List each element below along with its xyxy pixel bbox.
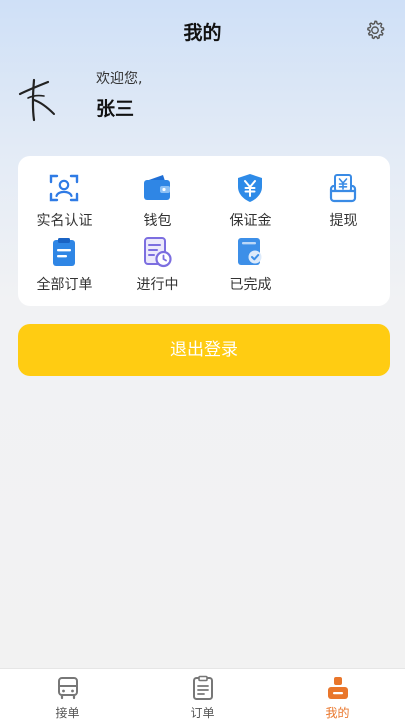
menu-item-label: 钱包 [143, 213, 172, 229]
clipboard-list-icon [193, 675, 213, 700]
tab-orders[interactable]: 订单 [135, 669, 270, 720]
menu-item-label: 已完成 [229, 277, 272, 293]
tab-label: 订单 [190, 706, 215, 720]
menu-item-completed[interactable]: 已完成 [204, 236, 297, 298]
logout-button[interactable]: 退出登录 [18, 324, 390, 376]
menu-card: 实名认证 钱包 保证金 提现 全部订单 进行中 已完成 [18, 156, 390, 306]
shield-yuan-icon [238, 174, 262, 202]
tab-take-order[interactable]: 接单 [0, 669, 135, 720]
tab-label: 接单 [55, 706, 80, 720]
user-name: 张三 [96, 98, 135, 120]
tab-mine[interactable]: 我的 [270, 669, 405, 720]
menu-item-all-orders[interactable]: 全部订单 [18, 236, 111, 298]
document-check-icon [238, 238, 262, 265]
bottom-tab-bar: 接单 订单 我的 [0, 668, 405, 720]
document-clock-icon [144, 237, 172, 268]
menu-item-label: 实名认证 [36, 213, 93, 229]
page-title: 我的 [183, 22, 222, 44]
menu-item-label: 进行中 [136, 277, 179, 293]
menu-item-label: 保证金 [229, 213, 272, 229]
wallet-icon [144, 175, 170, 200]
gear-icon[interactable] [363, 18, 387, 42]
header-bar: 我的 [0, 0, 405, 62]
menu-item-in-progress[interactable]: 进行中 [111, 236, 204, 298]
id-scan-icon [49, 174, 79, 202]
clipboard-icon [53, 238, 75, 266]
profile-section: 欢迎您, 张三 [0, 62, 405, 142]
user-profile-icon [328, 677, 348, 699]
tab-label: 我的 [325, 706, 350, 720]
bus-icon [58, 677, 78, 700]
menu-item-label: 提现 [329, 213, 358, 229]
menu-item-label: 全部订单 [36, 277, 93, 293]
withdraw-icon [329, 174, 357, 203]
avatar[interactable] [14, 70, 70, 126]
menu-item-verify[interactable]: 实名认证 [18, 172, 111, 234]
welcome-text: 欢迎您, [96, 71, 143, 87]
menu-item-withdraw[interactable]: 提现 [297, 172, 390, 234]
menu-item-deposit[interactable]: 保证金 [204, 172, 297, 234]
menu-item-wallet[interactable]: 钱包 [111, 172, 204, 234]
